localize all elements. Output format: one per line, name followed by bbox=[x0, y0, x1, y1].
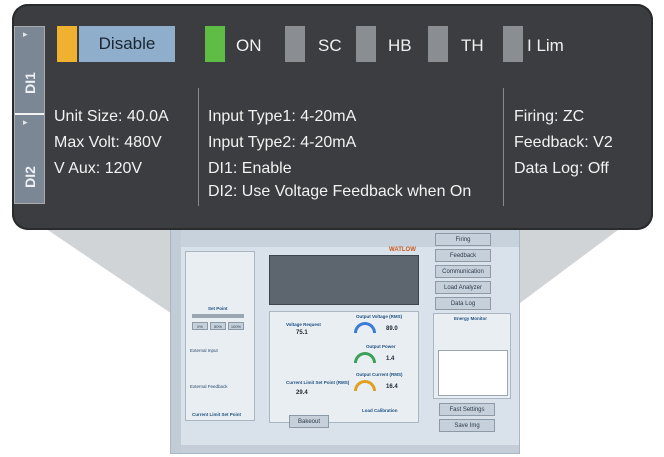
set-point-slider[interactable] bbox=[192, 314, 244, 318]
left-nav-strip bbox=[171, 229, 181, 453]
di2-setting-text: DI2: Use Voltage Feedback when On bbox=[208, 183, 472, 200]
th-indicator bbox=[428, 26, 448, 62]
energy-chart bbox=[438, 350, 508, 396]
load-analyzer-button[interactable]: Load Analyzer bbox=[435, 281, 491, 294]
voltage-request-label: Voltage Request bbox=[286, 322, 321, 327]
set-point-label: Set Point bbox=[208, 306, 228, 311]
gauges-panel: Voltage Request 75.1 Current Limit Set P… bbox=[269, 311, 419, 423]
firing-text: Firing: ZC bbox=[514, 108, 585, 125]
output-voltage-label: Output Voltage (RMS) bbox=[356, 314, 403, 319]
status-bar bbox=[181, 445, 519, 453]
data-log-text: Data Log: Off bbox=[514, 160, 609, 177]
external-input-label: External Input bbox=[190, 348, 218, 353]
save-img-button[interactable]: Save Img bbox=[439, 419, 495, 432]
sc-indicator bbox=[285, 26, 305, 62]
disable-indicator bbox=[57, 26, 77, 62]
fast-settings-button[interactable]: Fast Settings bbox=[439, 403, 495, 416]
percent-0-button[interactable]: 0% bbox=[192, 322, 208, 330]
expand-arrow-icon: ▸ bbox=[23, 117, 28, 127]
tab-di2[interactable]: ▸ DI2 bbox=[15, 115, 44, 203]
percent-100-button[interactable]: 100% bbox=[228, 322, 244, 330]
unit-size-text: Unit Size: 40.0A bbox=[54, 108, 169, 125]
input-type1-text: Input Type1: 4-20mA bbox=[208, 108, 357, 125]
current-limit-rms-label: Current Limit Set Point (RMS) bbox=[286, 380, 350, 385]
current-limit-value: 29.4 bbox=[296, 390, 308, 396]
di-tab-column: ▸ DI1 ▸ DI2 bbox=[14, 26, 45, 204]
ilim-indicator bbox=[503, 26, 523, 62]
on-label: ON bbox=[236, 36, 262, 55]
output-power-label: Output Power bbox=[366, 344, 396, 349]
energy-monitor-label: Energy Monitor bbox=[454, 316, 488, 321]
hb-indicator bbox=[356, 26, 376, 62]
column-divider bbox=[503, 88, 504, 206]
firing-button[interactable]: Firing bbox=[435, 233, 491, 246]
input-type2-text: Input Type2: 4-20mA bbox=[208, 134, 357, 151]
output-current-gauge bbox=[354, 380, 376, 391]
communication-button[interactable]: Communication bbox=[435, 265, 491, 278]
output-current-value: 16.4 bbox=[386, 384, 398, 390]
load-calibration-label: Load Calibration bbox=[362, 408, 398, 413]
v-aux-text: V Aux: 120V bbox=[54, 160, 143, 177]
output-current-label: Output Current (RMS) bbox=[356, 372, 403, 377]
max-volt-text: Max Volt: 480V bbox=[54, 134, 162, 151]
tab-di2-label: DI2 bbox=[22, 166, 38, 188]
th-label: TH bbox=[461, 36, 484, 55]
feedback-button[interactable]: Feedback bbox=[435, 249, 491, 262]
sc-label: SC bbox=[318, 36, 342, 55]
feedback-text: Feedback: V2 bbox=[514, 134, 613, 151]
di1-setting-text: DI1: Enable bbox=[208, 160, 292, 177]
data-log-button[interactable]: Data Log bbox=[435, 297, 491, 310]
energy-monitor-panel: Energy Monitor bbox=[433, 313, 511, 399]
hb-label: HB bbox=[388, 36, 412, 55]
ilim-label: I Lim bbox=[527, 36, 564, 55]
expand-arrow-icon: ▸ bbox=[23, 29, 28, 39]
left-control-panel: Set Point 0% 50% 100% External Input Ext… bbox=[185, 251, 255, 421]
tab-di1-label: DI1 bbox=[22, 72, 38, 94]
external-feedback-label: External Feedback bbox=[190, 384, 228, 389]
mini-status-overlay bbox=[269, 255, 419, 305]
tab-di1[interactable]: ▸ DI1 bbox=[15, 27, 44, 113]
bakeout-button[interactable]: Bakeout bbox=[289, 415, 329, 428]
output-power-gauge bbox=[354, 352, 376, 363]
voltage-request-value: 75.1 bbox=[296, 330, 308, 336]
disable-button[interactable]: Disable bbox=[79, 26, 175, 62]
output-voltage-value: 89.0 bbox=[386, 326, 398, 332]
app-window: Set Point 0% 50% 100% External Input Ext… bbox=[170, 228, 520, 454]
output-power-value: 1.4 bbox=[386, 356, 395, 362]
brand-logo: WATLOW bbox=[389, 247, 416, 253]
on-indicator bbox=[205, 26, 225, 62]
column-divider bbox=[198, 88, 199, 206]
current-limit-set-point-label: Current Limit Set Point bbox=[192, 412, 242, 417]
percent-50-button[interactable]: 50% bbox=[210, 322, 226, 330]
output-voltage-gauge bbox=[354, 322, 376, 333]
